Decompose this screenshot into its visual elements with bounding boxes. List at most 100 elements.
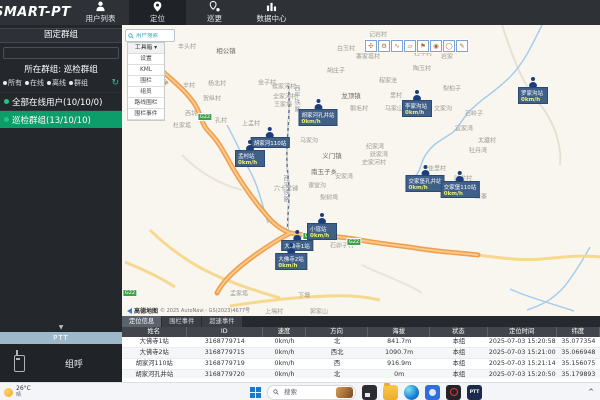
table-cell: 35.156075 [557,359,600,369]
table-cell: 3168779719 [187,359,263,369]
map-place-label: 里村 [390,91,402,100]
taskbar-ptt-app-icon[interactable]: PTT [467,385,482,400]
table-row[interactable]: 大佛寺1站31687797140km/h北841.7m本组2025-07-03 … [122,337,600,348]
app-header: SMART-PTT 用户列表 定位 巡更 [0,0,600,25]
map-marker[interactable]: 交家堡孔井站0km/h [405,165,444,192]
filter-all[interactable]: 所有 [3,78,22,88]
tool-menu-item-settings[interactable]: 设置 [128,54,164,65]
marker-station-name: 大佛寺2站 [278,255,304,263]
marker-station-name: 孟村站 [238,152,262,160]
flag-marker-button[interactable]: ⚑ [417,40,429,52]
walkie-talkie-icon[interactable] [14,355,25,372]
tab-data-center[interactable]: 数据中心 [243,0,300,25]
tool-menu-title: 工具箱 [135,45,152,51]
polyline-measure-button[interactable]: ∿ [391,40,403,52]
search-icon [273,389,279,395]
weather-sun-icon [4,388,13,397]
marker-speed: 0km/h [310,233,334,239]
filter-group[interactable]: 群组 [69,78,88,88]
table-row[interactable]: 大佛寺2站31687797150km/h西北1090.7m本组2025-07-0… [122,348,600,359]
marker-label: 大佛寺2站0km/h [275,253,307,270]
current-group-label: 所在群组: 巡检群组 [0,63,122,75]
draw-pencil-button[interactable]: ✎ [456,40,468,52]
map-marker[interactable]: 罗家沟站0km/h [518,77,548,104]
settings-gear-icon: ⚙ [381,43,387,50]
table-cell: 本组 [430,348,487,358]
table-cell: 北 [306,337,368,347]
tab-fence-events[interactable]: 围栏事件 [162,316,201,327]
tool-menu-item-members[interactable]: 组员 [128,87,164,98]
tool-menu-item-fence-events[interactable]: 围栏事件 [128,109,164,120]
table-cell: 本组 [430,370,487,378]
tool-menu-item-fence[interactable]: 围栏 [128,76,164,87]
amap-logo-icon [127,308,132,314]
map-marker[interactable]: 大佛寺2站0km/h [275,243,307,270]
filter-online[interactable]: 在线 [25,78,44,88]
collapse-chevron-icon[interactable]: ▼ [0,323,122,332]
marker-station-name: 胡家河孔井站 [301,111,334,119]
polygon-fence-button[interactable]: ◯ [443,40,455,52]
tab-positioning-info[interactable]: 定位信息 [122,316,161,327]
map-marker[interactable]: 孟村站0km/h [235,140,265,167]
search-highlight-thumbnail[interactable] [336,387,353,398]
table-cell: 胡家河110站 [122,359,187,369]
tab-patrol[interactable]: 巡更 [186,0,243,25]
ptt-bar[interactable]: PTT [0,332,122,344]
filter-label: 所有 [8,78,22,88]
sidebar-item-all-online-users[interactable]: 全部在线用户(10/10/0) [0,92,122,110]
marker-label: 孟村站0km/h [235,150,265,167]
table-row[interactable]: 胡家河110站31687797190km/h西916.9m本组2025-07-0… [122,359,600,370]
person-marker-icon [420,165,429,175]
taskbar-media-app-icon[interactable] [446,385,461,400]
map-place-label: 安家湾 [335,172,353,181]
map-place-label: 宜家湾 [455,124,473,133]
sidebar-item-inspection-group[interactable]: 巡检群组(13/10/10) [0,110,122,128]
taskbar-blue-app-icon[interactable] [425,385,440,400]
area-measure-button[interactable]: ▱ [404,40,416,52]
tab-positioning[interactable]: 定位 [129,0,186,25]
marker-label: 罗家沟站0km/h [518,87,548,104]
tray-expand-chevron[interactable]: ^ [588,388,594,396]
filter-offline[interactable]: 离线 [47,78,66,88]
taskbar-file-explorer-icon[interactable] [383,385,398,400]
tool-menu-item-kml[interactable]: KML [128,65,164,76]
group-panel-title: 固定群组 [0,28,122,43]
radio-icon [25,81,29,85]
tool-menu-item-route-fence[interactable]: 路线围栏 [128,98,164,109]
taskbar-search-box[interactable] [267,385,356,400]
table-cell: 北 [306,370,368,378]
marker-label: 交家堡孔井站0km/h [405,175,444,192]
tab-user-list[interactable]: 用户列表 [72,0,129,25]
tab-overspeed-events[interactable]: 超速事件 [202,316,241,327]
map-place-label: 王家墕 [274,100,292,109]
taskbar-browser-icon[interactable] [404,385,419,400]
table-row[interactable]: 胡家河孔井站31687797200km/h北0m本组2025-07-03 15:… [122,370,600,378]
settings-gear-button[interactable]: ⚙ [378,40,390,52]
group-search-input[interactable] [3,47,119,59]
windows-start-button[interactable] [250,387,261,398]
marker-label: 胡家河孔井站0km/h [298,109,337,126]
map-place-label: 马家沟 [300,136,318,145]
map-marker[interactable]: 李家沟站0km/h [402,90,432,117]
pan-hand-button[interactable]: ✣ [365,40,377,52]
group-call-button[interactable]: 组呼 [65,357,83,370]
map-place-label: 梨树塆 [320,193,338,202]
circle-fence-button[interactable]: ◉ [430,40,442,52]
map-marker[interactable]: 胡家河孔井站0km/h [298,99,337,126]
map-place-label: 辛村 [183,81,195,90]
taskbar-app-terminal-icon[interactable] [362,385,377,400]
taskbar-weather-widget[interactable]: 26°C 晴 [4,386,31,398]
map-user-search[interactable] [125,29,175,42]
map-search-input[interactable] [136,33,166,39]
table-cell: 0km/h [263,359,306,369]
tool-menu-toolbox[interactable]: 工具箱 ▾ [128,43,164,54]
map-marker[interactable]: 交家堡110站0km/h [441,171,480,198]
refresh-icon[interactable]: ↻ [111,79,119,88]
marker-speed: 0km/h [301,119,334,125]
map-place-label: 白玉村 [337,44,355,53]
map-canvas[interactable]: 丰头村相公镇记岩村白玉村寨家塔村石牛村岩家陶玉村程家洼胡庄子龙顶镇里村鹅毛村马家… [122,25,600,318]
tab-label: 用户列表 [86,13,116,24]
radio-icon [3,81,7,85]
taskbar-search-input[interactable] [282,388,333,397]
group-item-label: 巡检群组(13/10/10) [12,114,91,126]
